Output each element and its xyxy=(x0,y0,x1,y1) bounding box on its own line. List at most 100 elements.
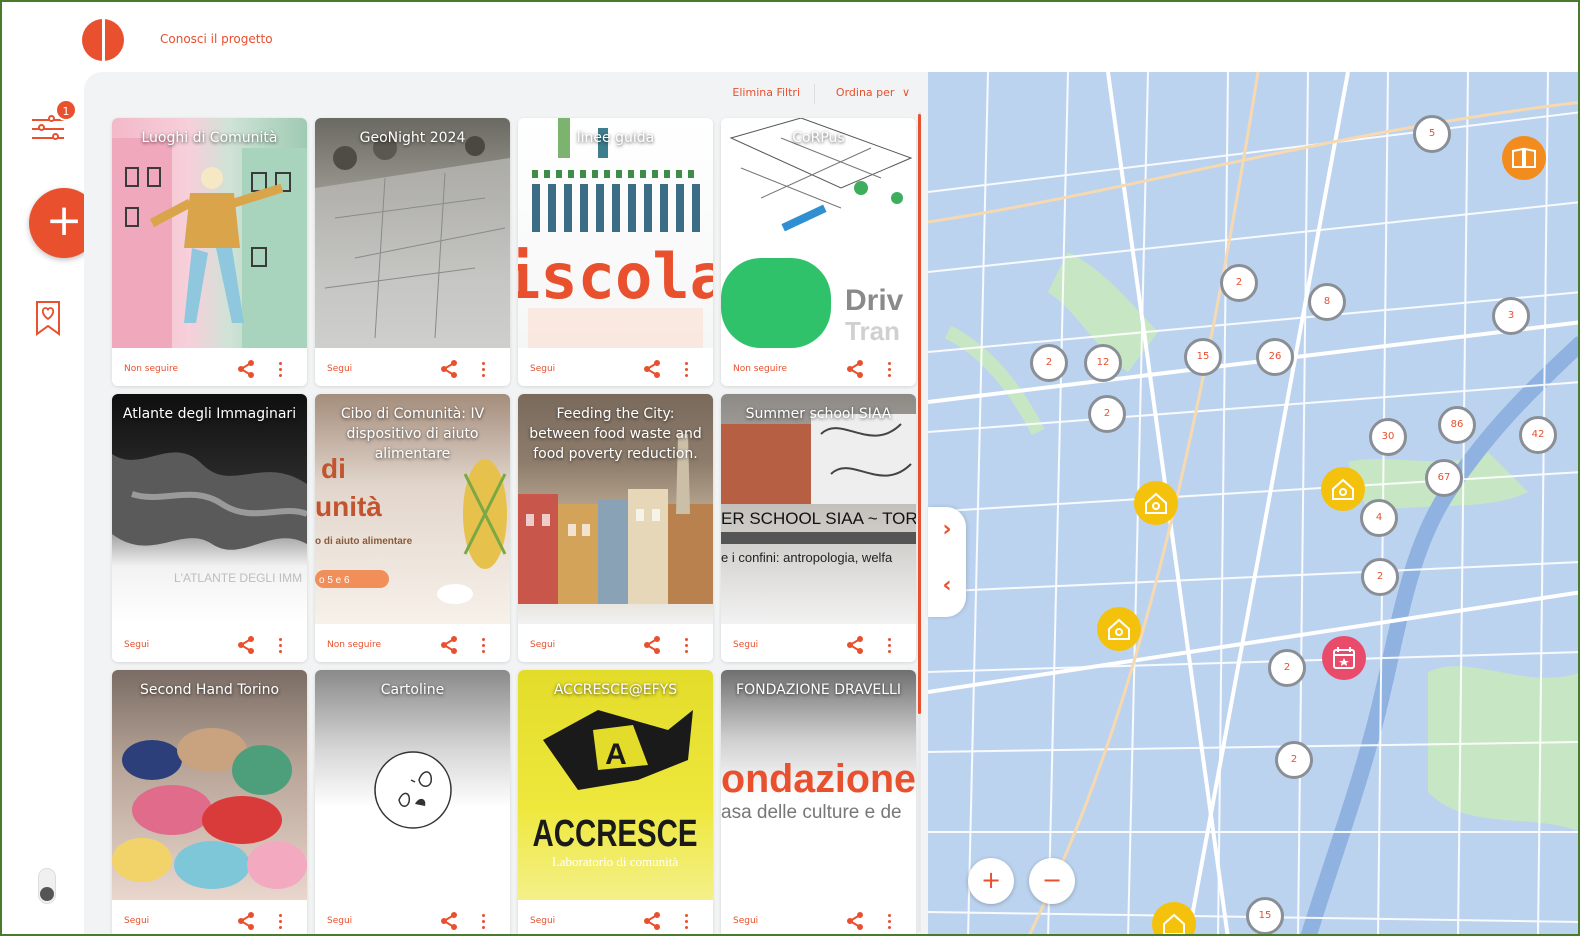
map-pin-yellow[interactable] xyxy=(1152,902,1196,934)
share-icon[interactable] xyxy=(845,359,865,379)
follow-toggle[interactable]: Non seguire xyxy=(124,364,178,374)
theme-toggle[interactable] xyxy=(38,868,56,904)
more-vertical-icon[interactable] xyxy=(885,911,893,929)
map-cluster[interactable]: 2 xyxy=(1030,344,1068,382)
follow-toggle[interactable]: Segui xyxy=(733,640,758,650)
sort-dropdown[interactable]: Ordina per ∨ xyxy=(836,86,910,99)
zoom-in-button[interactable]: + xyxy=(968,858,1014,904)
follow-toggle[interactable]: Segui xyxy=(327,364,352,374)
project-card[interactable]: Driv Tran CoRPus Non seguire xyxy=(721,118,916,386)
more-vertical-icon[interactable] xyxy=(276,635,284,653)
map-cluster[interactable]: 3 xyxy=(1492,297,1530,335)
fondazione-logo: ondazione asa delle culture e de xyxy=(721,757,916,823)
more-vertical-icon[interactable] xyxy=(479,635,487,653)
map-cluster[interactable]: 42 xyxy=(1519,416,1557,454)
follow-toggle[interactable]: Segui xyxy=(530,640,555,650)
map-view[interactable]: 5 2 8 3 2 12 15 26 2 30 86 42 67 4 2 2 2… xyxy=(928,72,1578,934)
map-cluster[interactable]: 12 xyxy=(1084,344,1122,382)
map-cluster[interactable]: 2 xyxy=(1220,264,1258,302)
follow-toggle[interactable]: Segui xyxy=(530,364,555,374)
more-vertical-icon[interactable] xyxy=(885,635,893,653)
project-card[interactable]: Cartoline Segui xyxy=(315,670,510,934)
map-cluster[interactable]: 15 xyxy=(1184,338,1222,376)
more-vertical-icon[interactable] xyxy=(885,359,893,377)
more-vertical-icon[interactable] xyxy=(479,911,487,929)
chevron-right-icon[interactable]: › xyxy=(938,517,956,542)
project-card[interactable]: A ACCRESCE Laboratorio di comunità ACCRE… xyxy=(518,670,713,934)
share-icon[interactable] xyxy=(845,635,865,655)
map-cluster[interactable]: 2 xyxy=(1268,649,1306,687)
more-vertical-icon[interactable] xyxy=(682,911,690,929)
project-card[interactable]: L'ATLANTE DEGLI IMM Atlante degli Immagi… xyxy=(112,394,307,662)
brand-logo[interactable] xyxy=(82,19,124,61)
card-image: ondazione asa delle culture e de FONDAZI… xyxy=(721,670,916,900)
follow-toggle[interactable]: Segui xyxy=(530,916,555,926)
map-cluster[interactable]: 86 xyxy=(1438,406,1476,444)
more-vertical-icon[interactable] xyxy=(682,635,690,653)
map-cluster[interactable]: 5 xyxy=(1413,115,1451,153)
home-pin-icon xyxy=(1108,618,1130,640)
map-cluster[interactable]: 4 xyxy=(1360,499,1398,537)
fondazione-wordmark: ondazione xyxy=(721,757,916,801)
more-vertical-icon[interactable] xyxy=(276,359,284,377)
card-footer: Segui xyxy=(518,624,713,662)
project-card[interactable]: GeoNight 2024 Segui xyxy=(315,118,510,386)
cartoline-logo xyxy=(374,751,452,829)
more-vertical-icon[interactable] xyxy=(682,359,690,377)
share-icon[interactable] xyxy=(439,635,459,655)
zoom-out-button[interactable]: − xyxy=(1029,858,1075,904)
clear-filters-button[interactable]: Elimina Filtri xyxy=(732,86,800,99)
follow-toggle[interactable]: Segui xyxy=(124,916,149,926)
share-icon[interactable] xyxy=(439,359,459,379)
chevron-left-icon[interactable]: ‹ xyxy=(938,573,956,598)
follow-toggle[interactable]: Segui xyxy=(733,916,758,926)
cibo-big-text-2: unità xyxy=(315,491,382,522)
card-image: Feeding the City: between food waste and… xyxy=(518,394,713,624)
share-icon[interactable] xyxy=(642,911,662,931)
map-cluster[interactable]: 2 xyxy=(1088,395,1126,433)
project-card[interactable]: iscola linee guida Segui xyxy=(518,118,713,386)
share-icon[interactable] xyxy=(642,359,662,379)
more-vertical-icon[interactable] xyxy=(276,911,284,929)
share-icon[interactable] xyxy=(845,911,865,931)
bookmarks-button[interactable] xyxy=(35,300,61,336)
card-title: Luoghi di Comunità xyxy=(141,130,278,146)
map-cluster[interactable]: 15 xyxy=(1246,897,1284,934)
map-pin-yellow[interactable] xyxy=(1321,467,1365,511)
map-cluster[interactable]: 30 xyxy=(1369,418,1407,456)
project-card[interactable]: di unità o di aiuto alimentare o 5 e 6 C… xyxy=(315,394,510,662)
map-cluster[interactable]: 2 xyxy=(1275,741,1313,779)
share-icon[interactable] xyxy=(439,911,459,931)
map-pin-yellow[interactable] xyxy=(1097,607,1141,651)
follow-toggle[interactable]: Non seguire xyxy=(733,364,787,374)
summer-school-graphic: ER SCHOOL SIAA ~ TORII e i confini: antr… xyxy=(721,414,916,565)
project-card[interactable]: Second Hand Torino Segui xyxy=(112,670,307,934)
project-card[interactable]: Luoghi di Comunità Non seguire xyxy=(112,118,307,386)
project-card[interactable]: ondazione asa delle culture e de FONDAZI… xyxy=(721,670,916,934)
share-icon[interactable] xyxy=(642,635,662,655)
card-footer: Segui xyxy=(315,900,510,934)
more-vertical-icon[interactable] xyxy=(479,359,487,377)
share-icon[interactable] xyxy=(236,635,256,655)
follow-toggle[interactable]: Non seguire xyxy=(327,640,381,650)
corpus-drive-text: Driv xyxy=(845,284,904,317)
project-card[interactable]: ER SCHOOL SIAA ~ TORII e i confini: antr… xyxy=(721,394,916,662)
follow-toggle[interactable]: Segui xyxy=(124,640,149,650)
map-cluster[interactable]: 2 xyxy=(1361,558,1399,596)
card-title: Summer school SIAA xyxy=(745,406,892,422)
follow-toggle[interactable]: Segui xyxy=(327,916,352,926)
map-pin-orange[interactable] xyxy=(1502,136,1546,180)
map-pin-yellow[interactable] xyxy=(1134,481,1178,525)
nav-conosci-progetto[interactable]: Conosci il progetto xyxy=(160,32,273,46)
panel-collapse-handle[interactable]: › ‹ xyxy=(928,507,966,617)
share-icon[interactable] xyxy=(236,911,256,931)
map-cluster[interactable]: 67 xyxy=(1425,459,1463,497)
share-icon[interactable] xyxy=(236,359,256,379)
scrollbar-thumb[interactable] xyxy=(918,114,921,714)
card-footer: Segui xyxy=(721,900,916,934)
map-pin-red[interactable] xyxy=(1322,636,1366,680)
map-cluster[interactable]: 26 xyxy=(1256,338,1294,376)
map-cluster[interactable]: 8 xyxy=(1308,283,1346,321)
siaa-subtitle-text: e i confini: antropologia, welfa xyxy=(721,550,893,565)
project-card[interactable]: Feeding the City: between food waste and… xyxy=(518,394,713,662)
